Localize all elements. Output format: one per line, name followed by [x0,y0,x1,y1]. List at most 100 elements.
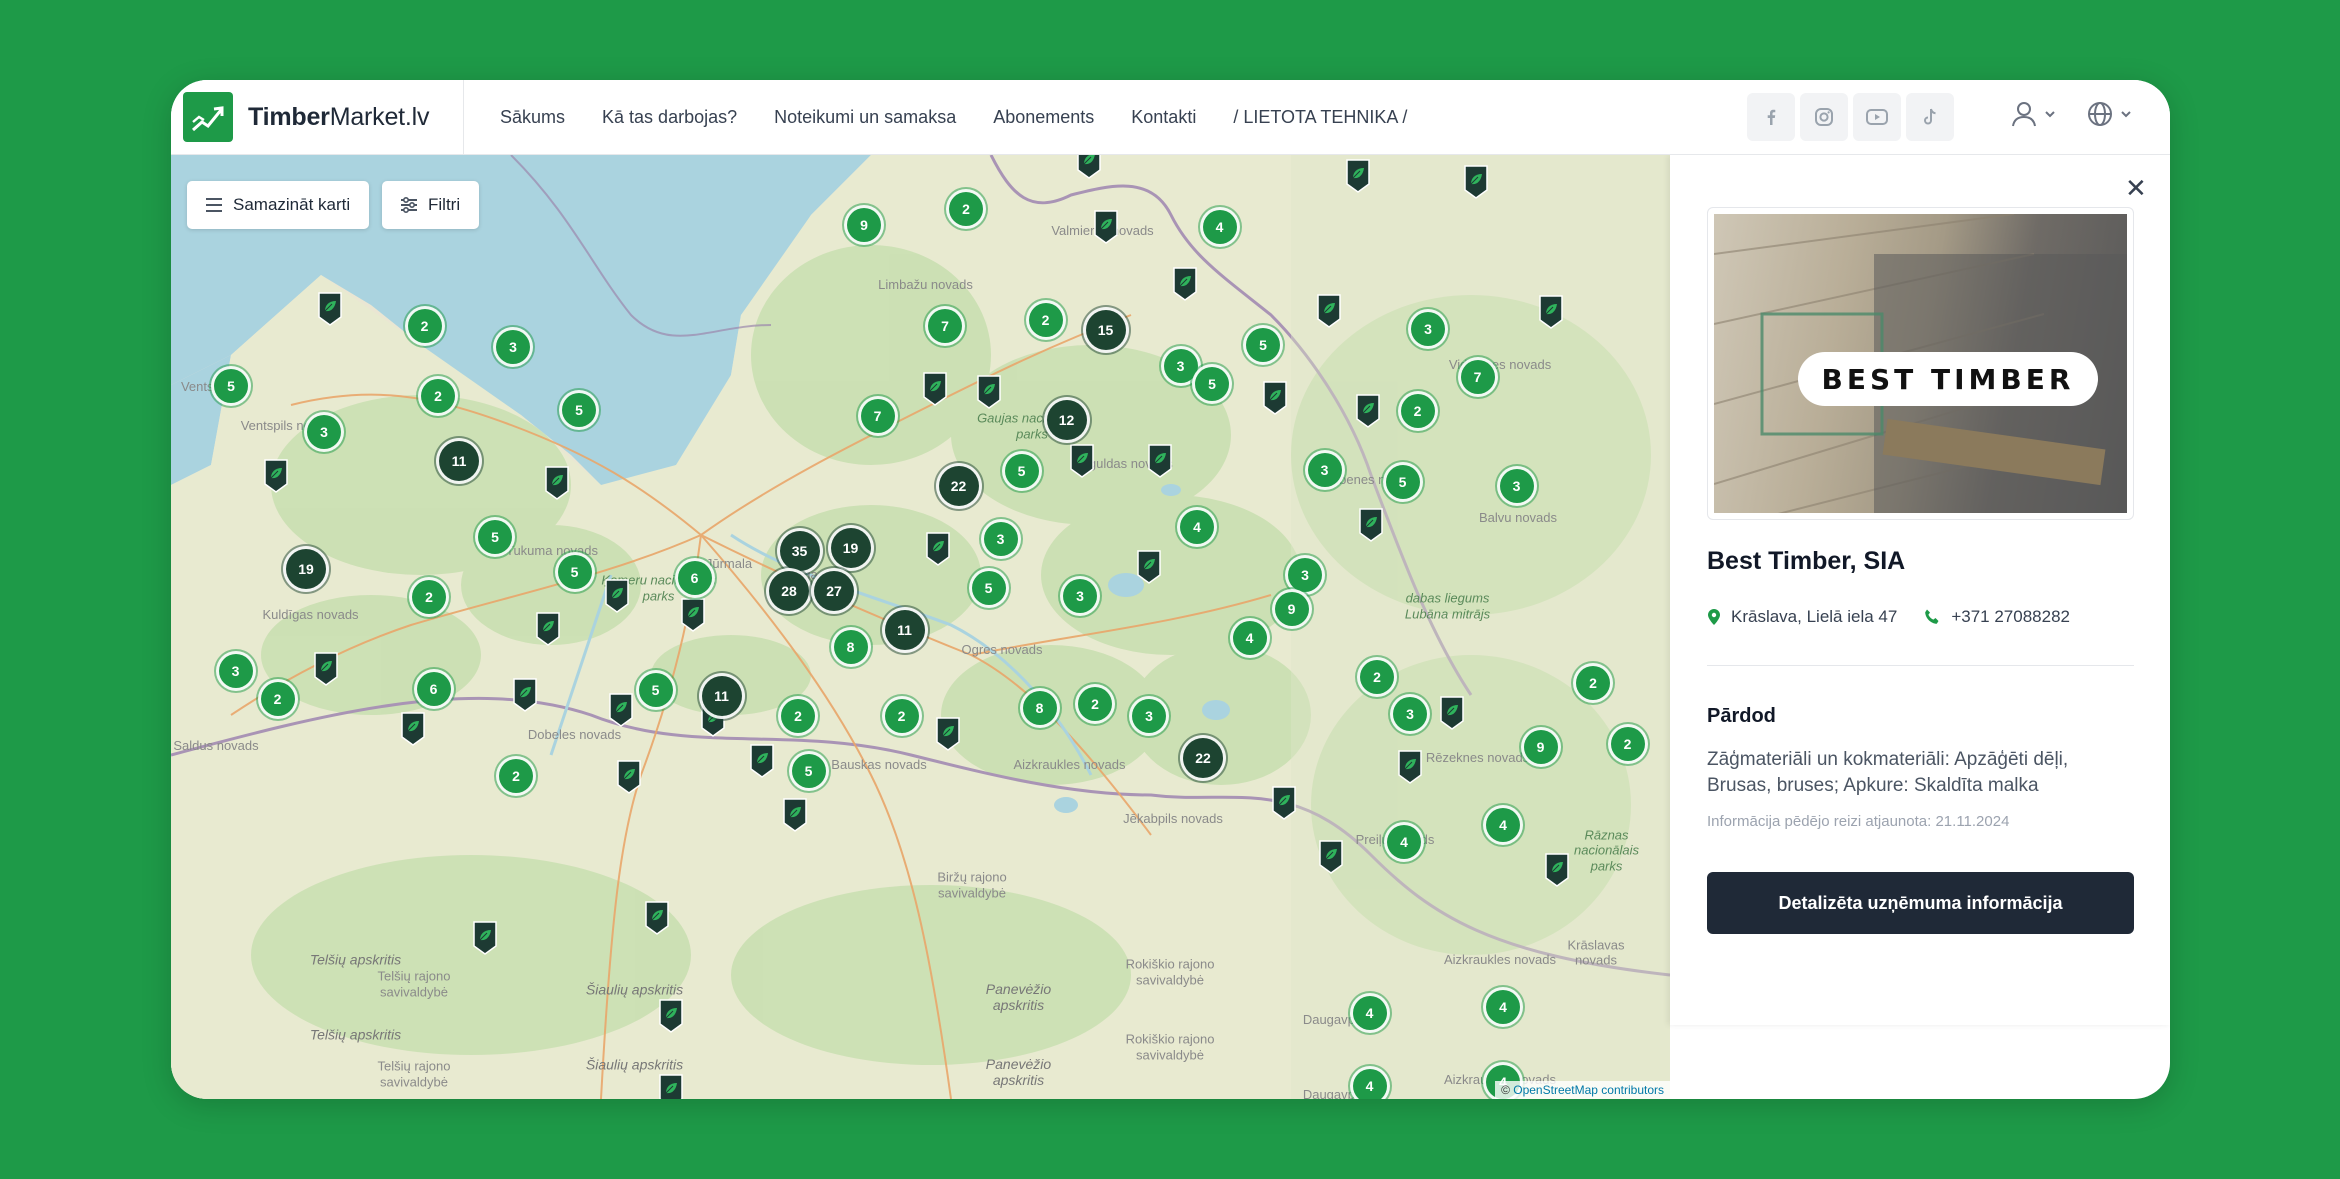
marker-cluster[interactable]: 5 [791,754,826,788]
marker-cluster[interactable]: 9 [847,208,881,242]
youtube-icon[interactable] [1853,93,1901,141]
leaf-marker-icon[interactable] [644,900,670,936]
tiktok-icon[interactable] [1906,93,1954,141]
leaf-marker-icon[interactable] [658,1073,684,1099]
leaf-marker-icon[interactable] [1358,507,1384,543]
logo[interactable]: TimberMarket.lv [171,80,464,155]
marker-cluster[interactable]: 19 [830,527,871,568]
language-menu[interactable] [2087,101,2133,127]
leaf-marker-icon[interactable] [1439,695,1465,731]
collapse-map-button[interactable]: Samazināt karti [187,181,370,229]
marker-cluster[interactable]: 2 [421,379,455,413]
marker-cluster[interactable]: 3 [1132,698,1166,733]
leaf-marker-icon[interactable] [317,291,343,327]
marker-cluster[interactable]: 5 [971,571,1006,605]
leaf-marker-icon[interactable] [608,692,634,728]
marker-cluster[interactable]: 2 [407,308,442,343]
marker-cluster[interactable]: 3 [983,521,1018,556]
company-details-button[interactable]: Detalizēta uzņēmuma informācija [1707,872,2134,934]
marker-cluster[interactable]: 27 [814,571,854,611]
marker-cluster[interactable]: 5 [562,392,596,427]
marker-cluster[interactable]: 9 [1523,730,1558,764]
nav-home[interactable]: Sākums [500,107,565,128]
marker-cluster[interactable]: 2 [1610,727,1645,761]
marker-cluster[interactable]: 11 [439,440,479,481]
leaf-marker-icon[interactable] [1538,294,1564,330]
marker-cluster[interactable]: 7 [928,308,962,343]
filters-button[interactable]: Filtri [382,181,480,229]
marker-cluster[interactable]: 4 [1352,1069,1387,1099]
marker-cluster[interactable]: 2 [1028,302,1063,337]
nav-subscription[interactable]: Abonements [993,107,1094,128]
leaf-marker-icon[interactable] [1544,852,1570,888]
marker-cluster[interactable]: 7 [860,398,895,433]
marker-cluster[interactable]: 2 [1078,686,1112,721]
leaf-marker-icon[interactable] [1271,785,1297,821]
leaf-marker-icon[interactable] [1397,749,1423,785]
leaf-marker-icon[interactable] [976,374,1002,410]
marker-cluster[interactable]: 5 [638,673,673,707]
leaf-marker-icon[interactable] [680,597,706,633]
marker-cluster[interactable]: 5 [1004,454,1039,488]
nav-used-machinery[interactable]: / LIETOTA TEHNIKA / [1233,107,1407,128]
marker-cluster[interactable]: 2 [260,682,295,716]
marker-cluster[interactable]: 2 [1576,665,1610,700]
leaf-marker-icon[interactable] [935,716,961,752]
marker-cluster[interactable]: 4 [1202,209,1237,244]
marker-cluster[interactable]: 5 [478,520,512,554]
marker-cluster[interactable]: 3 [1063,578,1097,613]
leaf-marker-icon[interactable] [512,677,538,713]
leaf-marker-icon[interactable] [544,465,570,501]
marker-cluster[interactable]: 11 [701,676,742,716]
marker-cluster[interactable]: 8 [1022,691,1057,725]
marker-cluster[interactable]: 5 [1246,328,1280,362]
leaf-marker-icon[interactable] [925,531,951,567]
marker-cluster[interactable]: 5 [557,554,592,589]
nav-how-it-works[interactable]: Kā tas darbojas? [602,107,737,128]
leaf-marker-icon[interactable] [535,611,561,647]
marker-cluster[interactable]: 3 [1163,349,1198,383]
leaf-marker-icon[interactable] [1355,393,1381,429]
marker-cluster[interactable]: 15 [1085,310,1126,350]
marker-cluster[interactable]: 3 [1288,557,1322,592]
leaf-marker-icon[interactable] [1172,266,1198,302]
marker-cluster[interactable]: 3 [496,329,530,364]
marker-cluster[interactable]: 2 [412,580,446,614]
marker-cluster[interactable]: 2 [781,698,815,733]
marker-cluster[interactable]: 11 [884,610,925,650]
marker-cluster[interactable]: 22 [1183,737,1223,778]
account-menu[interactable] [2011,100,2057,128]
nav-contacts[interactable]: Kontakti [1131,107,1196,128]
marker-cluster[interactable]: 3 [307,415,341,449]
osm-link[interactable]: OpenStreetMap contributors [1513,1083,1664,1097]
leaf-marker-icon[interactable] [1076,155,1102,180]
marker-cluster[interactable]: 5 [214,368,248,403]
leaf-marker-icon[interactable] [604,578,630,614]
marker-cluster[interactable]: 4 [1486,808,1520,842]
marker-cluster[interactable]: 2 [884,698,919,733]
map-view[interactable]: Limbažu novads Valmieras novads Gaujas nac… [171,155,1670,1099]
leaf-marker-icon[interactable] [1316,293,1342,329]
marker-cluster[interactable]: 3 [1393,697,1427,731]
leaf-marker-icon[interactable] [1262,380,1288,416]
leaf-marker-icon[interactable] [1093,209,1119,245]
instagram-icon[interactable] [1800,93,1848,141]
company-phone[interactable]: +371 27088282 [1951,607,2070,627]
leaf-marker-icon[interactable] [1345,158,1371,194]
marker-cluster[interactable]: 3 [1411,311,1445,346]
leaf-marker-icon[interactable] [658,998,684,1034]
marker-cluster[interactable]: 19 [286,548,326,589]
leaf-marker-icon[interactable] [263,458,289,494]
leaf-marker-icon[interactable] [922,371,948,407]
leaf-marker-icon[interactable] [1069,443,1095,479]
leaf-marker-icon[interactable] [1318,839,1344,875]
marker-cluster[interactable]: 4 [1180,509,1214,544]
marker-cluster[interactable]: 3 [1307,452,1342,487]
marker-cluster[interactable]: 4 [1232,620,1267,655]
leaf-marker-icon[interactable] [749,743,775,779]
marker-cluster[interactable]: 5 [1385,464,1420,499]
marker-cluster[interactable]: 2 [1360,659,1394,694]
marker-cluster[interactable]: 3 [1499,469,1534,503]
marker-cluster[interactable]: 28 [769,571,809,611]
marker-cluster[interactable]: 6 [416,671,451,706]
